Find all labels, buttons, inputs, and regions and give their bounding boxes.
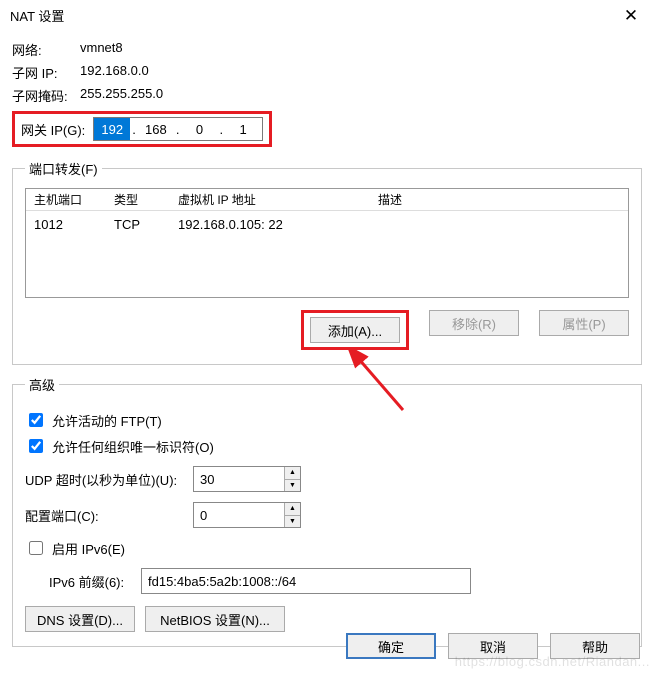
- udp-timeout-spinner[interactable]: ▲ ▼: [193, 466, 301, 492]
- gateway-ip-row-highlight: 网关 IP(G): 192 . 168 . 0 . 1: [12, 111, 272, 147]
- network-info: 网络: vmnet8 子网 IP: 192.168.0.0 子网掩码: 255.…: [12, 40, 642, 105]
- col-host-port: 主机端口: [34, 191, 114, 208]
- spin-down-icon[interactable]: ▼: [285, 516, 300, 528]
- config-port-spinner[interactable]: ▲ ▼: [193, 502, 301, 528]
- col-type: 类型: [114, 191, 178, 208]
- port-forwarding-group: 端口转发(F) 主机端口 类型 虚拟机 IP 地址 描述 1012 TCP 19…: [12, 159, 642, 365]
- network-label: 网络:: [12, 40, 80, 59]
- table-row[interactable]: 1012 TCP 192.168.0.105: 22: [26, 211, 628, 234]
- allow-oui-checkbox[interactable]: [29, 439, 43, 453]
- network-value: vmnet8: [80, 40, 642, 59]
- cancel-button[interactable]: 取消: [448, 633, 538, 659]
- add-button[interactable]: 添加(A)...: [310, 317, 400, 343]
- subnet-mask-value: 255.255.255.0: [80, 86, 642, 105]
- netbios-settings-button[interactable]: NetBIOS 设置(N)...: [145, 606, 285, 632]
- subnet-ip-label: 子网 IP:: [12, 63, 80, 82]
- allow-active-ftp-label: 允许活动的 FTP(T): [52, 411, 162, 430]
- gateway-ip-oct1[interactable]: 192: [94, 118, 130, 140]
- enable-ipv6-checkbox[interactable]: [29, 541, 43, 555]
- config-port-input[interactable]: [194, 503, 284, 527]
- port-forwarding-table[interactable]: 主机端口 类型 虚拟机 IP 地址 描述 1012 TCP 192.168.0.…: [25, 188, 629, 298]
- gateway-ip-label: 网关 IP(G):: [21, 120, 85, 139]
- gateway-ip-oct4[interactable]: 1: [225, 118, 261, 140]
- close-icon[interactable]: ✕: [616, 6, 646, 26]
- gateway-ip-input[interactable]: 192 . 168 . 0 . 1: [93, 117, 263, 141]
- spin-up-icon[interactable]: ▲: [285, 503, 300, 516]
- window-title: NAT 设置: [10, 6, 64, 25]
- udp-timeout-input[interactable]: [194, 467, 284, 491]
- advanced-group: 高级 允许活动的 FTP(T) 允许任何组织唯一标识符(O) UDP 超时(以秒…: [12, 375, 642, 647]
- add-button-highlight: 添加(A)...: [301, 310, 409, 350]
- config-port-label: 配置端口(C):: [25, 506, 115, 525]
- properties-button[interactable]: 属性(P): [539, 310, 629, 336]
- cell-vm-ip: 192.168.0.105: 22: [178, 217, 378, 232]
- ipv6-prefix-label: IPv6 前缀(6):: [25, 572, 133, 591]
- udp-timeout-label: UDP 超时(以秒为单位)(U):: [25, 470, 185, 489]
- ok-button[interactable]: 确定: [346, 633, 436, 659]
- help-button[interactable]: 帮助: [550, 633, 640, 659]
- col-vm-ip: 虚拟机 IP 地址: [178, 191, 378, 208]
- advanced-legend: 高级: [25, 375, 59, 394]
- cell-desc: [378, 217, 620, 232]
- dns-settings-button[interactable]: DNS 设置(D)...: [25, 606, 135, 632]
- port-forwarding-legend: 端口转发(F): [25, 159, 102, 178]
- spin-up-icon[interactable]: ▲: [285, 467, 300, 480]
- col-desc: 描述: [378, 191, 620, 208]
- allow-oui-label: 允许任何组织唯一标识符(O): [52, 437, 214, 456]
- ipv6-prefix-input[interactable]: [141, 568, 471, 594]
- gateway-ip-oct3[interactable]: 0: [182, 118, 218, 140]
- allow-active-ftp-checkbox[interactable]: [29, 413, 43, 427]
- gateway-ip-oct2[interactable]: 168: [138, 118, 174, 140]
- spin-down-icon[interactable]: ▼: [285, 480, 300, 492]
- cell-host-port: 1012: [34, 217, 114, 232]
- cell-type: TCP: [114, 217, 178, 232]
- remove-button[interactable]: 移除(R): [429, 310, 519, 336]
- subnet-ip-value: 192.168.0.0: [80, 63, 642, 82]
- enable-ipv6-label: 启用 IPv6(E): [52, 539, 125, 558]
- subnet-mask-label: 子网掩码:: [12, 86, 80, 105]
